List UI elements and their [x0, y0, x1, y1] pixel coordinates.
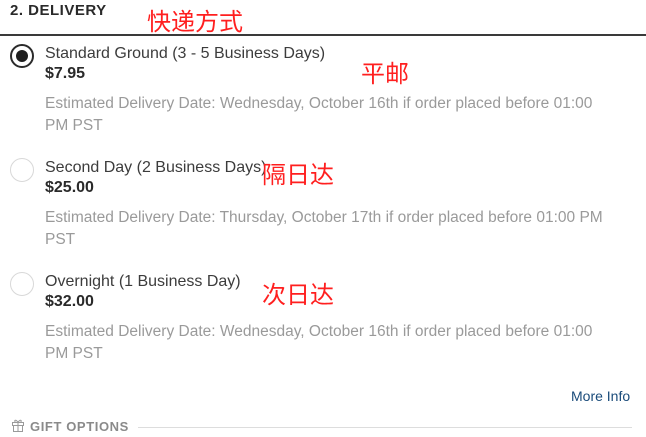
estimate-line-2: PST [45, 231, 76, 248]
more-info-link[interactable]: More Info [571, 388, 630, 404]
radio-overnight[interactable] [10, 272, 34, 296]
gift-icon [11, 418, 25, 432]
estimate-line-1: Estimated Delivery Date: Wednesday, Octo… [45, 323, 593, 340]
annotation-standard-note: 平邮 [361, 60, 409, 88]
estimate-line-1: Estimated Delivery Date: Wednesday, Octo… [45, 95, 593, 112]
estimate-line-1: Estimated Delivery Date: Thursday, Octob… [45, 209, 603, 226]
estimate-line-2: PM PST [45, 117, 103, 134]
option-label[interactable]: Second Day (2 Business Days) [45, 159, 266, 177]
estimated-delivery: Estimated Delivery Date: Wednesday, Octo… [45, 321, 635, 365]
option-price: $7.95 [45, 65, 86, 82]
option-label[interactable]: Overnight (1 Business Day) [45, 273, 241, 291]
estimated-delivery: Estimated Delivery Date: Wednesday, Octo… [45, 93, 635, 137]
option-price: $32.00 [45, 293, 94, 310]
gift-options-row[interactable]: GIFT OPTIONS [0, 416, 646, 434]
annotation-second-day-note: 隔日达 [262, 161, 334, 189]
option-price: $25.00 [45, 179, 94, 196]
option-label[interactable]: Standard Ground (3 - 5 Business Days) [45, 45, 325, 63]
header-divider [0, 34, 646, 36]
annotation-overnight-note: 次日达 [262, 281, 334, 309]
gift-options-label[interactable]: GIFT OPTIONS [30, 419, 129, 434]
gift-options-divider [138, 427, 632, 428]
section-title: 2. DELIVERY [10, 2, 107, 19]
radio-second-day[interactable] [10, 158, 34, 182]
estimate-line-2: PM PST [45, 345, 103, 362]
radio-standard[interactable] [10, 44, 34, 68]
annotation-title-note: 快递方式 [147, 8, 243, 36]
estimated-delivery: Estimated Delivery Date: Thursday, Octob… [45, 207, 635, 251]
